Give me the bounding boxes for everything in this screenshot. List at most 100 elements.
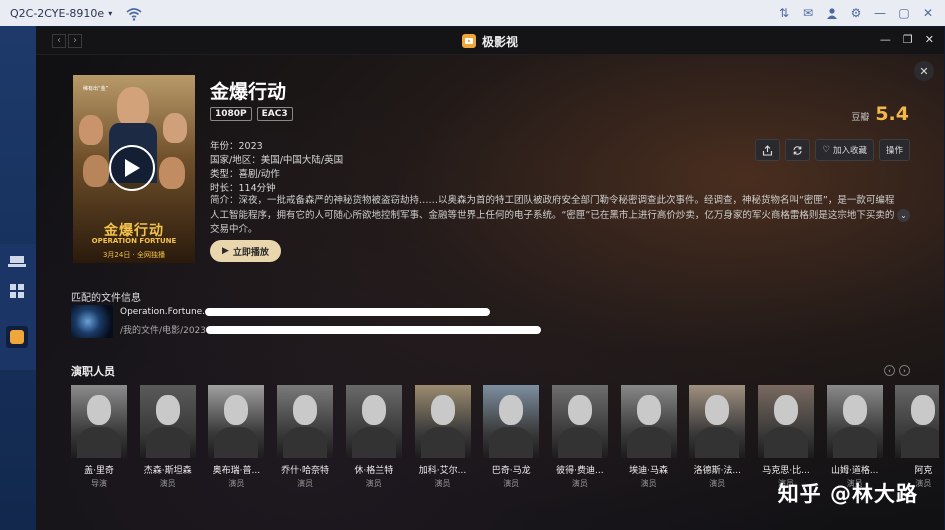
redaction-bar (205, 308, 491, 316)
cast-member[interactable]: 杰森·斯坦森 演员 (139, 385, 196, 489)
cast-photo-body (77, 427, 121, 458)
action-bar: ♡ 加入收藏 操作 (755, 139, 910, 161)
cast-name: 阿克 (914, 466, 933, 476)
cast-name: 奥布瑞·普... (212, 466, 261, 476)
cast-photo-head (774, 395, 798, 425)
movie-meta: 年份：2023 国家/地区：美国/中国大陆/英国 类型：喜剧/动作 时长：114… (210, 140, 343, 196)
wifi-icon[interactable] (126, 6, 142, 21)
device-host-selector[interactable]: Q2C-2CYE-8910e ▾ (0, 7, 112, 20)
cast-member[interactable]: 乔什·哈奈特 演员 (277, 385, 334, 489)
cast-member[interactable]: 阿克 演员 (895, 385, 939, 489)
cast-member[interactable]: 彼得·费迪... 演员 (551, 385, 608, 489)
window-minimize-icon[interactable]: — (880, 33, 891, 46)
app-window: ‹ › 极影视 — ❐ ✕ ✕ 稀有出“金” 金爆行动 OPERATION FO… (36, 27, 944, 530)
poster-tagline: 稀有出“金” (83, 86, 109, 92)
cast-name: 休·格兰特 (354, 466, 394, 476)
cast-member[interactable]: 马克思·比... 演员 (758, 385, 814, 489)
cast-photo-head (155, 395, 180, 425)
refresh-icon (793, 145, 802, 155)
cast-name: 洛德斯·法... (693, 466, 742, 476)
cast-role: 演员 (434, 479, 451, 488)
apps-grid-icon[interactable] (6, 280, 28, 302)
rating-value: 5.4 (875, 103, 909, 125)
cast-role: 演员 (297, 479, 314, 488)
storage-icon[interactable] (6, 250, 28, 272)
movie-synopsis: 简介：深夜，一批戒备森严的神秘货物被盗窃劫持……以奥森为首的特工团队被政府安全部… (210, 195, 895, 235)
cast-role: 导演 (91, 479, 107, 488)
cast-photo (345, 385, 402, 458)
cast-member[interactable]: 巴奇·马龙演员 (483, 385, 540, 489)
operate-button[interactable]: 操作 (878, 139, 910, 161)
chevron-down-icon: ▾ (108, 8, 113, 18)
minimize-icon[interactable]: — (873, 6, 887, 20)
transfer-icon[interactable]: ⇅ (777, 6, 791, 20)
cast-name: 杰森·斯坦森 (143, 466, 192, 476)
quality-tags: 1080P EAC3 (210, 107, 293, 121)
movie-poster[interactable]: 稀有出“金” 金爆行动 OPERATION FORTUNE 3月24日 · 全网… (73, 75, 195, 263)
window-title-bar: ‹ › 极影视 — ❐ ✕ (36, 27, 944, 55)
desktop-side-strip (0, 26, 36, 530)
cast-photo-body (283, 427, 328, 458)
add-favorite-button[interactable]: ♡ 加入收藏 (815, 139, 874, 161)
cast-photo-body (489, 427, 534, 458)
cast-photo-head (567, 395, 592, 425)
maximize-icon[interactable]: ▢ (897, 6, 911, 20)
cast-member[interactable]: 奥布瑞·普... 演员 (208, 385, 265, 489)
meta-year: 年份：2023 (210, 141, 263, 152)
cast-member[interactable]: 盖·里奇 导演 (71, 385, 127, 489)
file-thumbnail[interactable] (71, 305, 113, 338)
refresh-button[interactable] (785, 139, 811, 161)
settings-icon[interactable]: ⚙ (849, 6, 863, 20)
media-app-dock-icon[interactable] (6, 326, 28, 348)
app-title-text: 极影视 (481, 34, 518, 49)
redaction-bar (206, 325, 542, 334)
cast-member[interactable]: 加科·艾尔... 演员 (414, 385, 471, 489)
cast-role: 演员 (365, 479, 382, 488)
play-now-button[interactable]: ▶ 立即播放 (210, 240, 281, 262)
window-maximize-icon[interactable]: ❐ (903, 33, 913, 46)
user-icon[interactable] (825, 6, 839, 20)
file-name[interactable]: Operation.Fortune. (120, 307, 491, 317)
cast-photo-body (764, 427, 808, 458)
app-logo-icon (461, 34, 476, 48)
cast-photo-body (214, 427, 259, 458)
share-icon (763, 144, 773, 156)
expand-synopsis-icon[interactable]: ⌄ (897, 209, 910, 222)
message-icon[interactable]: ✉ (801, 6, 815, 20)
cast-photo-body (145, 427, 190, 458)
cast-photo-body (351, 427, 396, 458)
cast-name: 巴奇·马龙 (491, 466, 531, 476)
play-now-label: 立即播放 (232, 247, 269, 258)
close-detail-icon[interactable]: ✕ (914, 61, 934, 81)
cast-photo-body (832, 427, 877, 458)
douban-rating: 豆瓣 5.4 (851, 103, 909, 125)
cast-photo-head (361, 395, 386, 425)
desktop-dock (0, 244, 36, 370)
cast-photo-head (705, 395, 730, 425)
cast-name: 埃迪·马森 (629, 466, 669, 476)
cast-photo (620, 385, 677, 458)
cast-prev-icon[interactable]: ‹ (884, 365, 895, 376)
cast-photo-body (626, 427, 671, 458)
cast-photo (414, 385, 471, 458)
cast-photo-head (87, 395, 111, 425)
cast-photo-head (842, 395, 867, 425)
cast-member[interactable]: 休·格兰特演员 (345, 385, 402, 489)
cast-member[interactable]: 洛德斯·法... 演员 (689, 385, 746, 489)
cast-role: 演员 (640, 479, 657, 488)
cast-next-icon[interactable]: › (899, 365, 910, 376)
poster-play-icon[interactable] (109, 145, 155, 191)
share-button[interactable] (755, 139, 781, 161)
resolution-tag: 1080P (210, 107, 252, 121)
poster-figure (83, 155, 109, 187)
cast-photo-head (224, 395, 249, 425)
cast-member[interactable]: 埃迪·马森演员 (620, 385, 677, 489)
cast-member[interactable]: 山姆·道格... 演员 (826, 385, 883, 489)
close-icon[interactable]: ✕ (921, 6, 935, 20)
cast-role: 演员 (503, 479, 520, 488)
cast-name: 乔什·哈奈特 (281, 466, 330, 476)
cast-photo-body (420, 427, 465, 458)
window-close-icon[interactable]: ✕ (925, 33, 934, 46)
poster-figure (117, 87, 149, 127)
cast-photo (208, 385, 265, 458)
